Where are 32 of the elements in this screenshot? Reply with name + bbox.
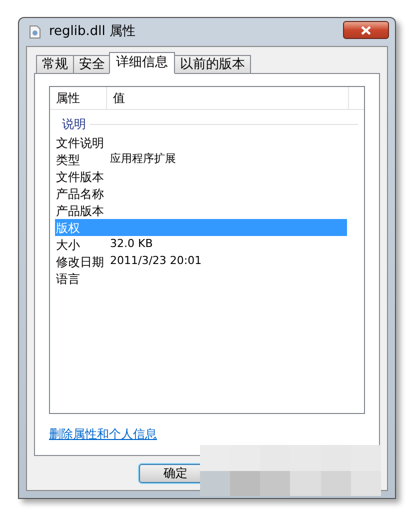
- close-button[interactable]: [343, 21, 389, 39]
- property-name: 产品版本: [55, 202, 105, 220]
- property-value: 2011/3/23 20:01: [110, 253, 202, 270]
- property-row[interactable]: 文件说明: [55, 134, 347, 151]
- property-name: 大小: [55, 236, 81, 254]
- property-name: 类型: [55, 152, 81, 168]
- tab[interactable]: 详细信息: [109, 52, 175, 74]
- tab[interactable]: 安全: [73, 55, 111, 74]
- remove-properties-link[interactable]: 删除属性和个人信息: [49, 425, 157, 443]
- window-title: reglib.dll 属性: [49, 23, 136, 42]
- property-row[interactable]: 类型 应用程序扩展: [55, 151, 347, 168]
- property-row[interactable]: 修改日期 2011/3/23 20:01: [55, 253, 347, 270]
- tab[interactable]: 常规: [36, 55, 74, 74]
- property-value: 应用程序扩展: [110, 151, 176, 168]
- property-name: 版权: [55, 220, 81, 236]
- property-name: 文件说明: [55, 134, 105, 152]
- property-row[interactable]: 产品名称: [55, 185, 347, 202]
- property-row[interactable]: 大小 32.0 KB: [55, 236, 347, 253]
- property-name: 文件版本: [55, 168, 105, 186]
- group-header: 说明: [62, 116, 86, 133]
- column-header[interactable]: 属性: [50, 87, 107, 109]
- property-name: 修改日期: [55, 254, 105, 270]
- close-icon: [361, 26, 371, 34]
- property-row[interactable]: 语言: [55, 270, 347, 287]
- property-name: 语言: [55, 270, 81, 288]
- column-header[interactable]: 值: [107, 87, 349, 109]
- tab[interactable]: 以前的版本: [174, 55, 251, 74]
- property-value: 32.0 KB: [110, 236, 153, 252]
- property-row[interactable]: 产品版本: [55, 202, 347, 219]
- property-row[interactable]: 文件版本: [55, 168, 347, 185]
- file-icon: [29, 25, 41, 39]
- property-name: 产品名称: [55, 186, 105, 202]
